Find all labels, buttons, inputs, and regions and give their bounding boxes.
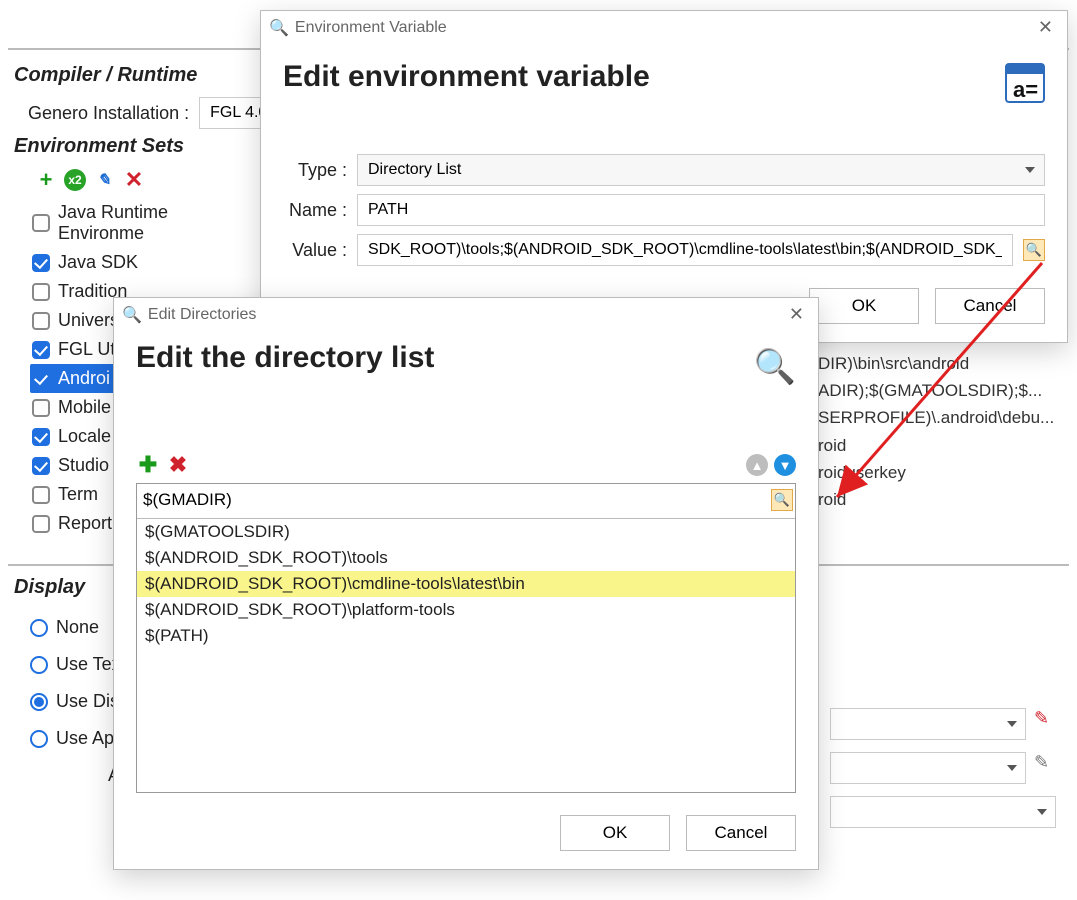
- value-label: Value :: [283, 240, 347, 261]
- directory-list-item[interactable]: $(ANDROID_SDK_ROOT)\tools: [137, 545, 795, 571]
- ok-button[interactable]: OK: [809, 288, 919, 324]
- rhs-value-line: roid: [818, 432, 1068, 459]
- edit-directories-dialog: 🔍 Edit Directories ✕ Edit the directory …: [113, 297, 819, 870]
- env-var-dialog: 🔍 Environment Variable ✕ Edit environmen…: [260, 10, 1068, 343]
- radio[interactable]: [30, 730, 48, 748]
- dropdown[interactable]: [830, 708, 1026, 740]
- name-label: Name :: [283, 200, 347, 221]
- name-input[interactable]: [357, 194, 1045, 226]
- radio[interactable]: [30, 656, 48, 674]
- env-list-item-label: Univers: [58, 310, 119, 331]
- type-select[interactable]: [357, 154, 1045, 186]
- checkbox[interactable]: [32, 486, 50, 504]
- env-var-heading: Edit environment variable: [283, 60, 1045, 94]
- directory-list-item[interactable]: $(GMATOOLSDIR): [137, 519, 795, 545]
- edit-dir-titlebar: 🔍 Edit Directories ✕: [114, 298, 818, 331]
- cancel-button[interactable]: Cancel: [935, 288, 1045, 324]
- move-up-icon[interactable]: ▲: [746, 454, 768, 476]
- delete-icon[interactable]: ✖: [166, 453, 190, 477]
- browse-value-icon[interactable]: 🔍: [1023, 239, 1045, 261]
- checkbox[interactable]: [32, 428, 50, 446]
- move-down-icon[interactable]: ▼: [774, 454, 796, 476]
- env-var-hero-icon: a=: [1005, 63, 1045, 103]
- search-icon: 🔍: [122, 305, 142, 325]
- svg-text:a=: a=: [1013, 77, 1038, 102]
- env-list-item-label: Studio: [58, 455, 109, 476]
- fgl-install-label: Genero Installation :: [28, 103, 189, 124]
- env-var-window-title: Environment Variable: [295, 19, 447, 37]
- add-icon[interactable]: ✚: [136, 453, 160, 477]
- checkbox[interactable]: [32, 312, 50, 330]
- dir-toolbar: ✚ ✖ ▲ ▼: [136, 453, 796, 477]
- env-list-item-label: Java Runtime Environme: [58, 202, 258, 244]
- duplicate-icon[interactable]: x2: [64, 169, 86, 191]
- radio[interactable]: [30, 619, 48, 637]
- env-list-item[interactable]: Java SDK: [30, 248, 260, 277]
- pencil-grey-icon[interactable]: ✎: [1034, 752, 1056, 774]
- edit-dir-window-title: Edit Directories: [148, 306, 256, 324]
- edit-dir-heading: Edit the directory list: [136, 341, 434, 375]
- directory-list: 🔍 $(GMATOOLSDIR)$(ANDROID_SDK_ROOT)\tool…: [136, 483, 796, 793]
- checkbox[interactable]: [32, 370, 50, 388]
- rhs-value-line: DIR)\bin\src\android: [818, 350, 1068, 377]
- rhs-value-line: roid: [818, 486, 1068, 513]
- checkbox[interactable]: [32, 399, 50, 417]
- ok-button[interactable]: OK: [560, 815, 670, 851]
- checkbox[interactable]: [32, 515, 50, 533]
- directory-list-item[interactable]: $(PATH): [137, 623, 795, 649]
- add-icon[interactable]: +: [34, 168, 58, 192]
- rhs-value-line: SERPROFILE)\.android\debu...: [818, 404, 1068, 431]
- directory-list-item[interactable]: $(ANDROID_SDK_ROOT)\platform-tools: [137, 597, 795, 623]
- rhs-value-line: roiduserkey: [818, 459, 1068, 486]
- browse-dir-icon[interactable]: 🔍: [771, 489, 793, 511]
- search-icon: 🔍: [269, 18, 289, 38]
- cancel-button[interactable]: Cancel: [686, 815, 796, 851]
- env-list-item-label: Report: [58, 513, 112, 534]
- checkbox[interactable]: [32, 214, 50, 232]
- type-label: Type :: [283, 160, 347, 181]
- edit-icon[interactable]: ✎: [92, 168, 116, 192]
- radio[interactable]: [30, 693, 48, 711]
- value-input[interactable]: [357, 234, 1013, 266]
- directory-list-item[interactable]: $(ANDROID_SDK_ROOT)\cmdline-tools\latest…: [137, 571, 795, 597]
- env-list-item-label: Mobile: [58, 397, 111, 418]
- checkbox[interactable]: [32, 341, 50, 359]
- env-list-item-label: Term: [58, 484, 98, 505]
- magnifier-hero-icon: 🔍: [754, 347, 796, 387]
- env-list-item[interactable]: Java Runtime Environme: [30, 198, 260, 248]
- radio-label: None: [56, 617, 99, 638]
- checkbox[interactable]: [32, 254, 50, 272]
- dropdown[interactable]: [830, 752, 1026, 784]
- env-var-titlebar: 🔍 Environment Variable ✕: [261, 11, 1067, 44]
- close-icon[interactable]: ✕: [783, 302, 810, 327]
- rhs-value-line: ADIR);$(GMATOOLSDIR);$...: [818, 377, 1068, 404]
- env-list-item-label: Androi: [58, 368, 110, 389]
- checkbox[interactable]: [32, 283, 50, 301]
- directory-edit-input[interactable]: [139, 484, 771, 516]
- env-list-item-label: Locale: [58, 426, 111, 447]
- delete-icon[interactable]: ✕: [122, 168, 146, 192]
- pencil-red-icon[interactable]: ✎: [1034, 708, 1056, 730]
- rhs-values: DIR)\bin\src\androidADIR);$(GMATOOLSDIR)…: [818, 350, 1068, 513]
- directory-edit-row: 🔍: [137, 484, 795, 519]
- env-list-item-label: Java SDK: [58, 252, 138, 273]
- checkbox[interactable]: [32, 457, 50, 475]
- close-icon[interactable]: ✕: [1032, 15, 1059, 40]
- dropdown[interactable]: [830, 796, 1056, 828]
